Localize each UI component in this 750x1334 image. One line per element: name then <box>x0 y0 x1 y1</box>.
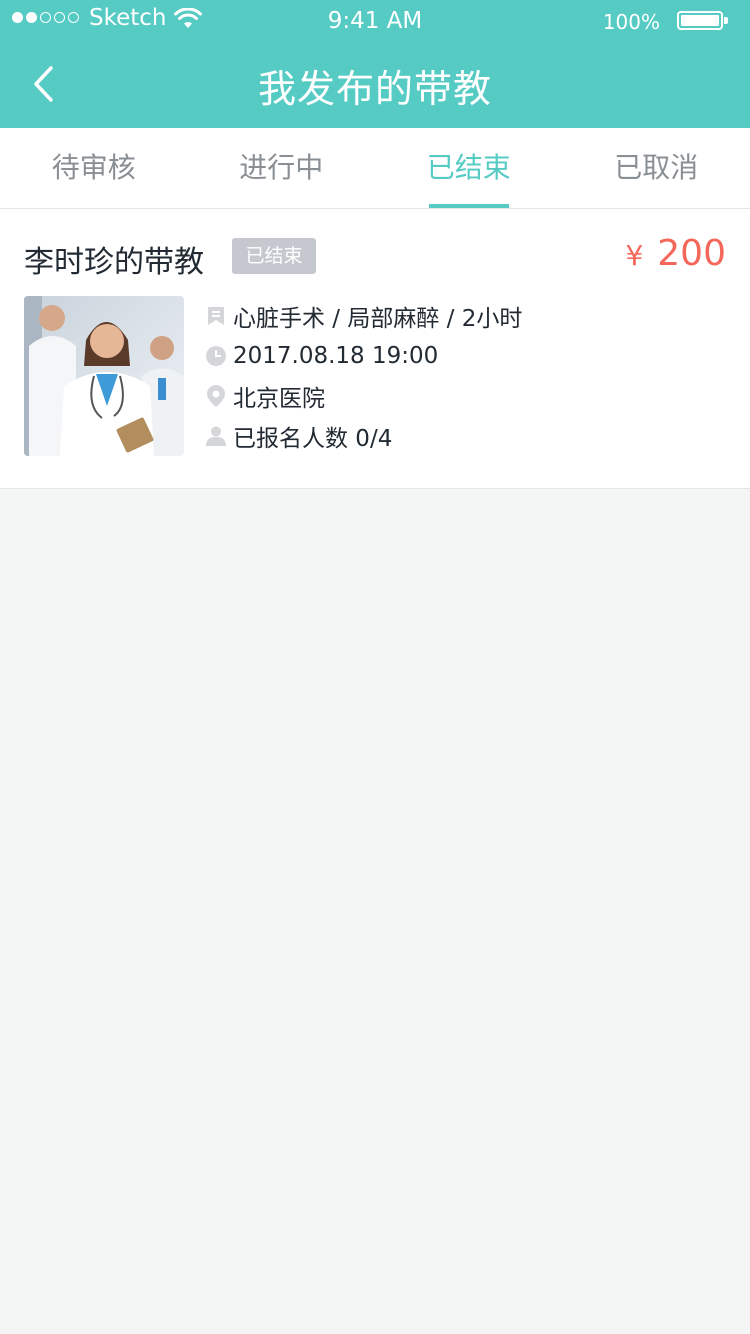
active-tab-indicator <box>428 204 509 208</box>
tab-label: 待审核 <box>51 151 136 184</box>
detail-row: 心脏手术 / 局部麻醉 / 2小时 <box>206 301 523 332</box>
tab-label: 已取消 <box>614 151 699 184</box>
location-pin-icon <box>206 385 226 407</box>
doctors-photo <box>24 296 184 456</box>
datetime-row: 2017.08.18 19:00 <box>206 341 438 371</box>
price: ¥200 <box>625 233 726 274</box>
location-text: 北京医院 <box>233 386 325 412</box>
battery-percentage: 100% <box>602 10 660 34</box>
detail-text: 心脏手术 / 局部麻醉 / 2小时 <box>233 306 523 332</box>
tab-bar: 待审核 进行中 已结束 已取消 <box>0 128 750 209</box>
datetime-text: 2017.08.18 19:00 <box>233 343 439 369</box>
tab-label: 已结束 <box>426 151 511 184</box>
status-badge: 已结束 <box>232 238 316 274</box>
bookmark-icon <box>206 305 226 327</box>
tab-label: 进行中 <box>239 151 324 184</box>
tab-pending-review[interactable]: 待审核 <box>0 128 188 208</box>
price-value: 200 <box>657 233 726 274</box>
card-title: 李时珍的带教 <box>24 245 204 280</box>
battery-tip <box>724 17 728 24</box>
tab-cancelled[interactable]: 已取消 <box>563 128 750 208</box>
currency-symbol: ¥ <box>625 239 644 272</box>
enrollment-text: 已报名人数 0/4 <box>233 426 393 452</box>
location-row: 北京医院 <box>206 381 325 412</box>
page-title: 我发布的带教 <box>257 67 492 111</box>
header: Sketch 9:41 AM 100% 我发布的带教 <box>0 0 750 128</box>
clock-icon <box>206 345 226 367</box>
battery-icon <box>677 11 723 30</box>
status-bar: Sketch 9:41 AM 100% <box>0 0 750 40</box>
teaching-card[interactable]: 李时珍的带教 已结束 ¥200 心脏手术 / 局部麻醉 / 2小时 2017.0… <box>0 209 750 489</box>
tab-ended[interactable]: 已结束 <box>375 128 563 208</box>
tab-in-progress[interactable]: 进行中 <box>188 128 376 208</box>
person-icon <box>206 425 226 447</box>
enrollment-row: 已报名人数 0/4 <box>206 421 393 452</box>
